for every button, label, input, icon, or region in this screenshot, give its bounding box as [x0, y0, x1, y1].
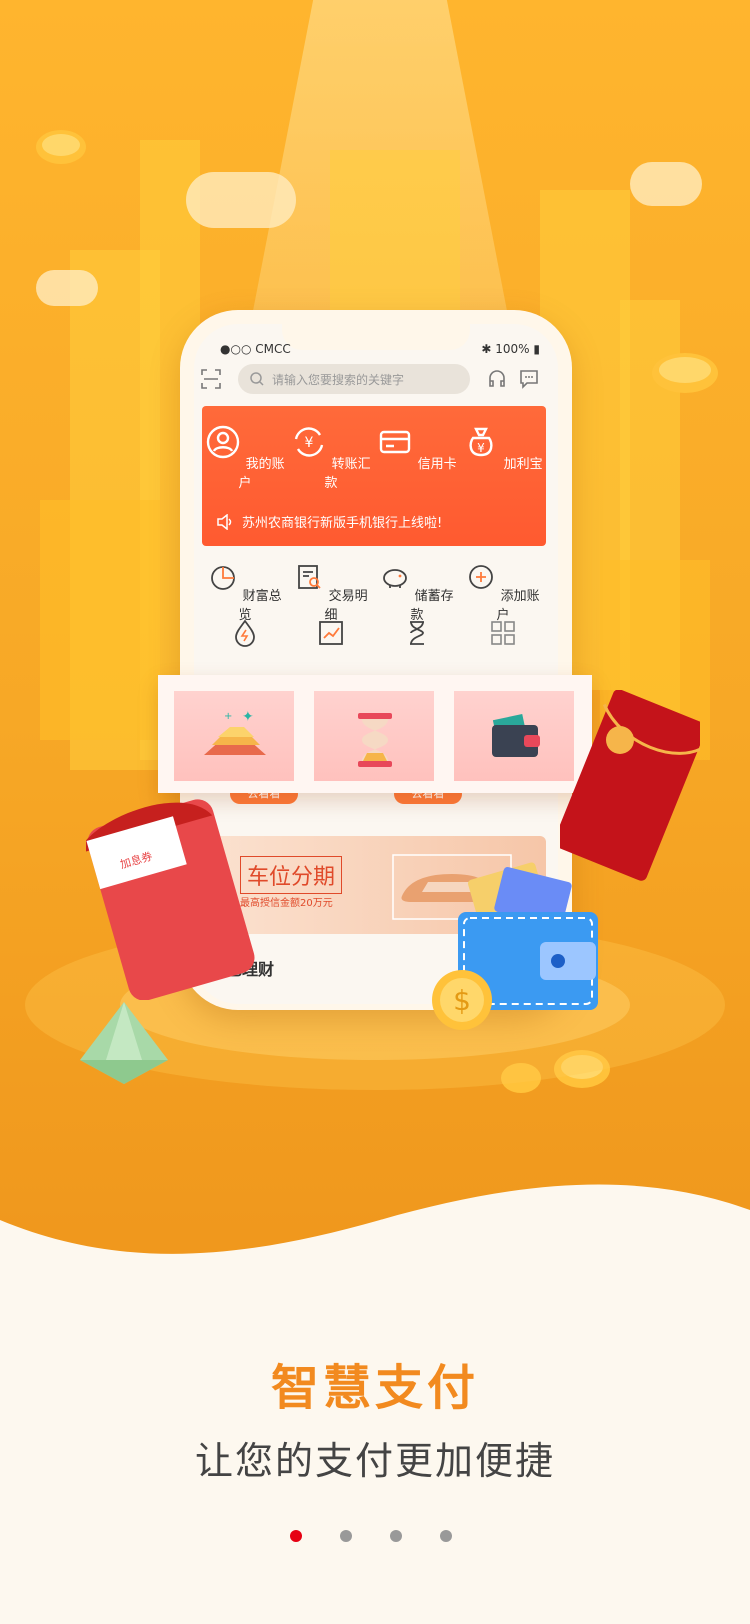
trend-chart-icon[interactable] — [316, 618, 346, 648]
svg-text:$: $ — [453, 984, 471, 1017]
function-savings[interactable]: 储蓄存款 — [374, 562, 460, 623]
quick-action-jialibao[interactable]: ¥ 加利宝 — [460, 424, 546, 472]
quick-action-my-account[interactable]: 我的账户 — [202, 424, 288, 491]
function-transaction-details[interactable]: 交易明细 — [288, 562, 374, 623]
bolt-drop-icon[interactable] — [230, 618, 260, 648]
wallet-icon: $ — [432, 862, 598, 1030]
product-card-term[interactable] — [314, 691, 434, 781]
svg-text:✦: ✦ — [242, 709, 254, 725]
status-carrier: ●○○ CMCC — [220, 342, 291, 356]
red-envelope-icon: 加息券 — [86, 799, 255, 1000]
product-card-gold[interactable]: ✦ + — [174, 691, 294, 781]
receipt-search-icon — [298, 565, 322, 589]
quick-action-transfer[interactable]: ¥ 转账汇款 — [288, 424, 374, 491]
cloud — [36, 270, 98, 306]
svg-text:¥: ¥ — [478, 441, 486, 455]
hourglass-icon[interactable] — [402, 618, 432, 648]
piggy-bank-icon — [383, 569, 408, 588]
announcement-bar[interactable]: 苏州农商银行新版手机银行上线啦! — [216, 512, 442, 531]
cloud — [630, 162, 702, 206]
pager-dot-2[interactable] — [340, 1530, 352, 1542]
status-battery: ✱ 100% ▮ — [481, 342, 540, 356]
search-icon — [250, 372, 264, 386]
svg-text:+: + — [224, 711, 232, 722]
wallet-icon — [492, 714, 540, 757]
svg-text:¥: ¥ — [305, 435, 314, 451]
pie-chart-icon — [211, 566, 236, 590]
pager-dots — [290, 1530, 452, 1542]
building — [40, 500, 160, 740]
search-placeholder: 请输入您要搜索的关键字 — [272, 372, 405, 387]
search-input[interactable]: 请输入您要搜索的关键字 — [238, 364, 470, 394]
diamond-icon — [80, 1002, 168, 1084]
scan-icon[interactable] — [200, 368, 222, 390]
product-cards-panel: ✦ + — [158, 675, 592, 793]
gold-bars-icon: ✦ + — [204, 709, 266, 755]
page-title: 智慧支付 — [270, 1360, 479, 1416]
product-card-wallet[interactable] — [454, 691, 574, 781]
page-subtitle: 让您的支付更加便捷 — [194, 1439, 555, 1483]
money-bag-icon: ¥ — [469, 427, 494, 457]
coin-icon — [36, 130, 86, 164]
card-icon — [380, 430, 411, 454]
quick-action-credit-card[interactable]: 信用卡 — [374, 424, 460, 472]
message-icon[interactable] — [518, 368, 540, 390]
headset-icon[interactable] — [486, 368, 508, 390]
coin-icon — [652, 353, 718, 393]
wave-divider — [0, 1184, 750, 1300]
function-wealth-overview[interactable]: 财富总览 — [202, 562, 288, 623]
speaker-icon — [217, 513, 232, 530]
phone-notch — [282, 324, 470, 350]
function-add-account[interactable]: 添加账户 — [460, 562, 546, 623]
user-icon — [207, 425, 240, 459]
cloud — [186, 172, 296, 228]
building — [330, 150, 460, 330]
quick-actions-card: 我的账户 ¥ 转账汇款 信用卡 ¥ 加利宝 苏州农商银行新版手机银行上线啦! — [202, 406, 546, 546]
pager-dot-1[interactable] — [290, 1530, 302, 1542]
pager-dot-4[interactable] — [440, 1530, 452, 1542]
pager-dot-3[interactable] — [390, 1530, 402, 1542]
hourglass-icon — [358, 713, 392, 767]
hero-illustration: ●○○ CMCC ✱ 100% ▮ 请输入您要搜索的关键字 我的账户 ¥ 转账汇… — [0, 0, 750, 1300]
grid-icon[interactable] — [488, 618, 518, 648]
plus-circle-icon — [469, 565, 494, 589]
transfer-icon: ¥ — [295, 427, 324, 457]
